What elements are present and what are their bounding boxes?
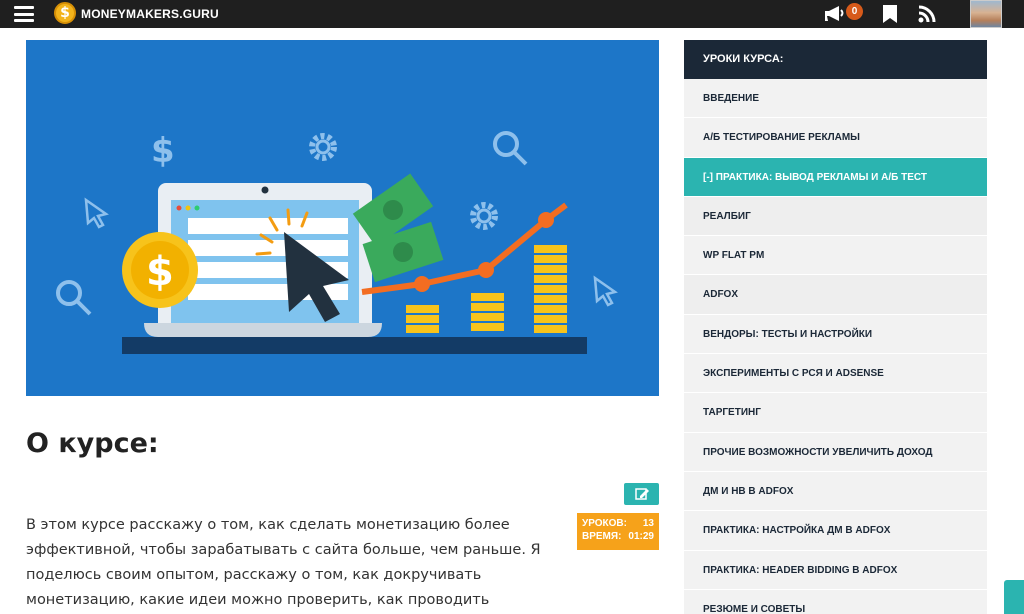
logo-coin-icon[interactable]: $ [54,2,76,24]
course-hero-image: $ $ [26,40,659,396]
dollar-icon: $ [151,131,175,171]
edit-button[interactable] [624,483,659,505]
chat-widget-button[interactable] [1004,580,1024,614]
lesson-item-targeting[interactable]: ТАРГЕТИНГ [684,393,987,433]
lesson-item-wp-flat-pm[interactable]: WP FLAT PM [684,236,987,276]
course-lessons-sidebar: УРОКИ КУРСА: ВВЕДЕНИЕ А/Б ТЕСТИРОВАНИЕ Р… [684,40,987,614]
bookmark-icon[interactable] [882,4,898,29]
lessons-label: УРОКОВ: [582,518,627,529]
course-stats-badge: УРОКОВ: 13 ВРЕМЯ: 01:29 [577,513,659,550]
about-course-title: О курсе: [26,428,159,459]
lesson-item-practice-header-bidding[interactable]: ПРАКТИКА: HEADER BIDDING В ADFOX [684,550,987,590]
notification-count-badge[interactable]: 0 [846,3,863,20]
lesson-item-dm-nv-adfox[interactable]: ДМ И НВ В ADFOX [684,471,987,512]
lesson-item-summary[interactable]: РЕЗЮМЕ И СОВЕТЫ [684,589,987,614]
lessons-value: 13 [642,518,654,529]
time-value: 01:29 [628,531,654,542]
megaphone-icon[interactable] [823,4,847,29]
site-logo-text[interactable]: MONEYMAKERS.GURU [81,7,219,21]
edit-icon [635,488,649,500]
svg-text:$: $ [146,249,174,295]
lesson-item-ab-testing[interactable]: А/Б ТЕСТИРОВАНИЕ РЕКЛАМЫ [684,118,987,158]
cursor-icon [84,197,109,229]
cursor-icon [593,275,618,307]
lesson-item-practice-ab-test[interactable]: [-] ПРАКТИКА: ВЫВОД РЕКЛАМЫ И А/Б ТЕСТ [684,157,987,197]
lesson-item-rsya-adsense[interactable]: ЭКСПЕРИМЕНТЫ С РСЯ И ADSENSE [684,354,987,394]
coin-icon: $ [122,232,198,308]
search-icon [56,280,92,316]
user-avatar[interactable] [970,0,1002,28]
rss-icon[interactable] [917,4,937,29]
lesson-item-adfox[interactable]: ADFOX [684,275,987,315]
lesson-item-intro[interactable]: ВВЕДЕНИЕ [684,79,987,119]
time-label: ВРЕМЯ: [582,531,622,542]
search-icon [493,131,528,166]
gear-icon [470,202,498,230]
gear-icon [309,133,337,161]
lesson-item-realbig[interactable]: РЕАЛБИГ [684,196,987,237]
menu-icon[interactable] [14,6,34,22]
lesson-item-vendors[interactable]: ВЕНДОРЫ: ТЕСТЫ И НАСТРОЙКИ [684,314,987,355]
sidebar-title: УРОКИ КУРСА: [684,40,987,79]
course-description: В этом курсе расскажу о том, как сделать… [26,517,541,608]
lesson-item-other-income[interactable]: ПРОЧИЕ ВОЗМОЖНОСТИ УВЕЛИЧИТЬ ДОХОД [684,432,987,472]
top-navbar: $ MONEYMAKERS.GURU 0 [0,0,1024,28]
lesson-item-practice-dm-adfox[interactable]: ПРАКТИКА: НАСТРОЙКА ДМ В ADFOX [684,511,987,551]
